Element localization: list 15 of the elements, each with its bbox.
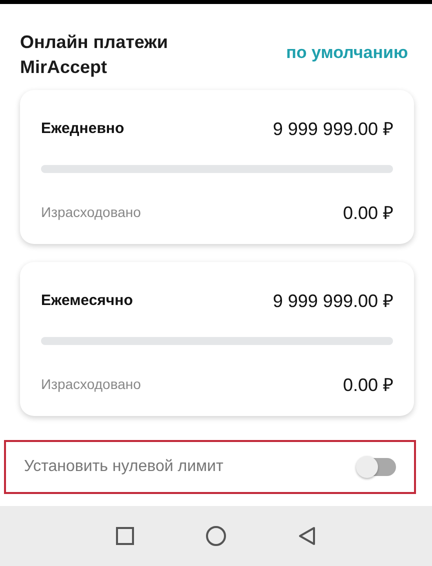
- section-title: Онлайн платежи MirAccept: [20, 31, 169, 79]
- limit-amount: 9 999 999.00 ₽: [272, 290, 393, 312]
- spent-label: Израсходовано: [41, 204, 141, 220]
- limit-amount: 9 999 999.00 ₽: [272, 118, 393, 140]
- period-label: Ежемесячно: [41, 292, 133, 308]
- spent-amount: 0.00 ₽: [342, 374, 393, 396]
- zero-limit-label: Установить нулевой лимит: [24, 458, 224, 476]
- spent-label: Израсходовано: [41, 376, 141, 392]
- spent-amount: 0.00 ₽: [342, 202, 393, 224]
- default-label: по умолчанию: [286, 43, 408, 63]
- home-icon[interactable]: [205, 525, 227, 547]
- toggle-switch[interactable]: [358, 458, 396, 476]
- back-icon[interactable]: [297, 526, 317, 546]
- period-label: Ежедневно: [41, 120, 124, 136]
- recent-apps-icon[interactable]: [115, 526, 135, 546]
